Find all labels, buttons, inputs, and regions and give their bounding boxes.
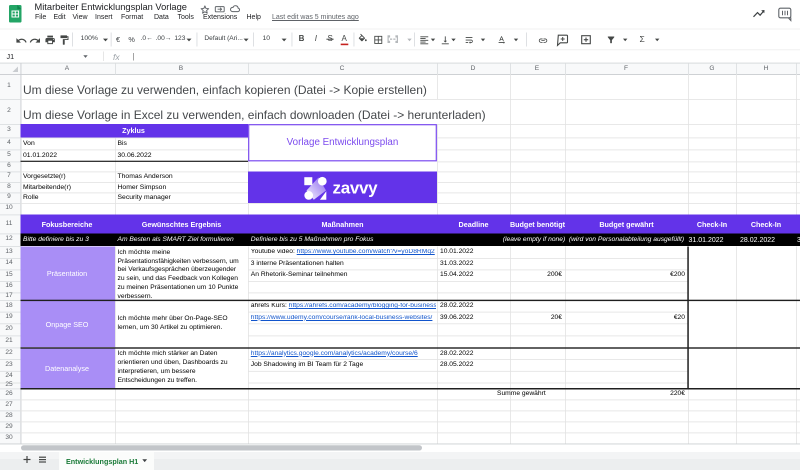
svg-text:zavvy: zavvy	[333, 179, 379, 198]
